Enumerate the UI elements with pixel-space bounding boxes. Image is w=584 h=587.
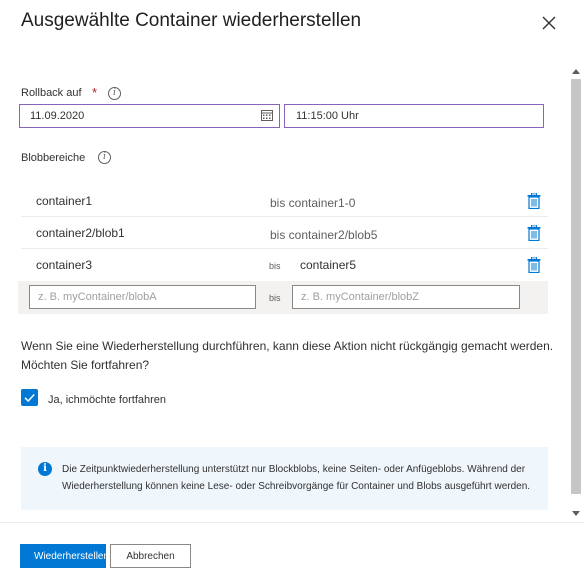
footer-divider (0, 522, 584, 523)
date-value: 11.09.2020 (30, 110, 85, 122)
required-mark: * (92, 85, 98, 100)
range-to[interactable]: bis container2/blob5 (270, 228, 377, 242)
range-from-input[interactable]: z. B. myContainer/blobA (29, 285, 256, 309)
close-icon[interactable] (538, 12, 560, 34)
range-separator: bis (269, 261, 281, 271)
time-input[interactable]: 11:15:00 Uhr (284, 104, 544, 128)
confirm-checkbox[interactable] (21, 389, 38, 406)
trash-icon[interactable] (527, 225, 541, 241)
vertical-scrollbar[interactable] (568, 65, 584, 522)
row-divider (21, 216, 548, 217)
info-icon[interactable]: i (98, 151, 111, 164)
range-from[interactable]: container3 (36, 258, 92, 272)
calendar-icon[interactable] (261, 109, 273, 121)
scroll-up-icon[interactable] (572, 69, 580, 74)
date-input[interactable]: 11.09.2020 (19, 104, 280, 128)
dialog-title: Ausgewählte Container wiederherstellen (21, 10, 362, 31)
range-from[interactable]: container1 (36, 194, 92, 208)
dialog-content: Rollback auf * i 11.09.2020 11:15:00 Uhr… (0, 65, 584, 522)
warning-text: Wenn Sie eine Wiederherstellung durchfüh… (21, 339, 554, 372)
scrollbar-thumb[interactable] (571, 79, 581, 494)
rollback-label: Rollback auf (21, 87, 82, 99)
trash-icon[interactable] (527, 257, 541, 273)
info-icon: i (38, 462, 52, 476)
restore-button[interactable]: Wiederherstellen (20, 544, 106, 568)
trash-icon[interactable] (527, 193, 541, 209)
range-to[interactable]: container5 (300, 258, 356, 272)
blob-ranges-label: Blobbereiche (21, 152, 86, 164)
checkmark-icon (24, 393, 35, 403)
cancel-button[interactable]: Abbrechen (110, 544, 191, 568)
range-to[interactable]: bis container1-0 (270, 196, 355, 210)
info-message: i Die Zeitpunktwiederherstellung unterst… (21, 447, 548, 510)
range-to-input[interactable]: z. B. myContainer/blobZ (292, 285, 520, 309)
range-from[interactable]: container2/blob1 (36, 226, 125, 240)
range-separator: bis (269, 293, 281, 303)
time-value: 11:15:00 Uhr (296, 110, 359, 122)
info-icon[interactable]: i (108, 87, 121, 100)
confirm-label[interactable]: Ja, ichmöchte fortfahren (48, 394, 166, 406)
scroll-down-icon[interactable] (572, 511, 580, 516)
row-divider (21, 248, 548, 249)
close-button[interactable] (538, 12, 560, 34)
info-message-text: Die Zeitpunktwiederherstellung unterstüt… (62, 464, 531, 492)
